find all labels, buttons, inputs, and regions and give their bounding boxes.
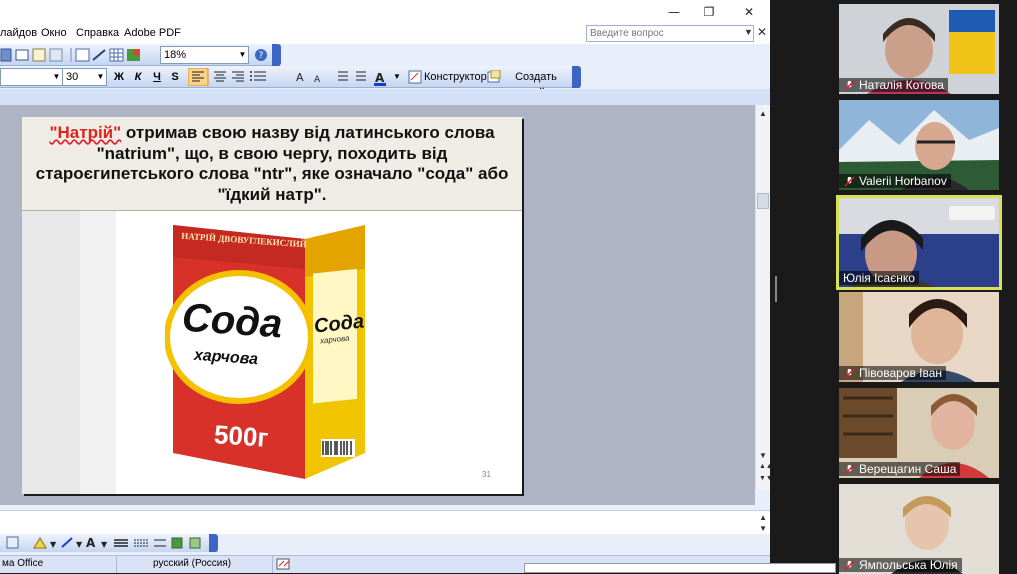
participant-gallery: Наталія Котова Valerii Horbanov Юлія Іса… — [836, 0, 1017, 574]
participant-tile[interactable]: Верещагин Саша — [839, 388, 999, 478]
package-weight: 500г — [213, 419, 270, 453]
slide-caption: "Натрій" отримав свою назву від латинськ… — [22, 117, 522, 211]
svg-text:?: ? — [259, 51, 264, 61]
ask-question-input[interactable]: Введите вопрос — [586, 25, 754, 42]
new-slide-button[interactable]: Создать слайд — [503, 69, 569, 99]
svg-text:A: A — [86, 536, 96, 550]
prev-slide-icon[interactable]: ▲▲ — [759, 463, 770, 470]
formatting-toolbar: ▼ 30 ▼ Ж К Ч S A A A ▼ Конструктор Созда… — [0, 66, 581, 99]
status-language: русский (Россия) — [153, 558, 232, 569]
font-size-dropdown-icon[interactable]: ▼ — [95, 68, 107, 86]
mic-muted-icon — [844, 176, 855, 187]
scroll-down-icon[interactable]: ▼ — [759, 451, 767, 460]
bold-button[interactable]: Ж — [112, 69, 126, 85]
mic-muted-icon — [844, 80, 855, 91]
scroll-up-icon[interactable]: ▲ — [759, 109, 767, 118]
scroll-thumb[interactable] — [757, 193, 769, 209]
participant-name: Наталія Котова — [839, 78, 948, 92]
next-slide-icon[interactable]: ▼▼ — [759, 475, 770, 482]
participant-name: Верещагин Саша — [839, 462, 961, 476]
participant-tile[interactable]: Півоваров Іван — [839, 292, 999, 382]
slide-left-bg — [22, 211, 80, 494]
help-icon[interactable]: ? — [254, 47, 268, 63]
participant-name: Юлія Ісаєнко — [839, 271, 919, 285]
designer-button[interactable]: Конструктор — [424, 69, 487, 85]
title-bar: — ❐ ✕ — [0, 0, 770, 24]
spelling-icon — [276, 558, 290, 570]
svg-text:▼: ▼ — [50, 540, 57, 549]
caption-name: "Натрій" — [49, 123, 122, 142]
mic-muted-icon — [844, 368, 855, 379]
participant-tile[interactable]: Наталія Котова — [839, 4, 999, 94]
zoom-dropdown-icon[interactable]: ▼ — [237, 46, 249, 64]
menu-adobe-pdf[interactable]: Adobe PDF — [124, 27, 181, 39]
svg-text:A: A — [296, 71, 304, 84]
close-document-icon[interactable]: ✕ — [757, 25, 767, 39]
mic-muted-icon — [844, 560, 855, 571]
toolbar-grip[interactable] — [572, 66, 581, 88]
notes-pane[interactable]: ▲ ▼ — [0, 510, 770, 534]
slide-left-bg2 — [80, 211, 116, 494]
slide-page-number: 31 — [482, 470, 491, 479]
menu-help[interactable]: Справка — [76, 27, 119, 39]
toolbar-grip[interactable] — [209, 534, 218, 552]
participant-name: Valerii Horbanov — [839, 174, 951, 188]
bottom-overlay — [524, 563, 836, 573]
font-color-dropdown-icon[interactable]: ▼ — [392, 69, 402, 85]
shadow-button[interactable]: S — [168, 69, 182, 85]
slide: "Натрій" отримав свою назву від латинськ… — [22, 117, 522, 494]
participant-tile[interactable]: Valerii Horbanov — [839, 100, 999, 190]
status-separator — [272, 556, 273, 573]
svg-text:▼: ▼ — [76, 540, 83, 549]
drawing-icons: ▼ ▼ A ▼ — [6, 536, 201, 550]
mic-muted-icon — [844, 464, 855, 475]
status-theme: ма Office — [2, 558, 44, 569]
notes-scroll-up-icon[interactable]: ▲ — [759, 513, 767, 522]
participant-name: Ямпольська Юлія — [839, 558, 962, 572]
font-size-select[interactable]: 30 — [62, 68, 96, 86]
vertical-scrollbar[interactable]: ▲ ▼ ▲▲ ▼▼ — [755, 105, 770, 490]
underline-button[interactable]: Ч — [150, 69, 164, 85]
participant-name: Півоваров Іван — [839, 366, 947, 380]
designer-icon — [408, 70, 422, 84]
new-slide-icon — [487, 70, 501, 83]
screen-resize-handle[interactable] — [775, 276, 777, 302]
paragraph-icons: A A A — [188, 68, 386, 86]
menu-slideshow[interactable]: лайдов — [0, 27, 37, 39]
svg-text:A: A — [375, 71, 385, 85]
font-name-select[interactable] — [0, 68, 52, 86]
barcode-icon — [321, 439, 355, 457]
italic-button[interactable]: К — [131, 69, 145, 85]
toolbar-icons — [0, 48, 140, 62]
svg-text:▼: ▼ — [101, 540, 108, 549]
ask-dropdown-icon[interactable]: ▼ — [744, 27, 753, 37]
participant-tile-active-speaker[interactable]: Юлія Ісаєнко — [836, 195, 1002, 290]
svg-text:A: A — [314, 75, 321, 85]
toolbar-grip[interactable] — [272, 44, 281, 66]
notes-scroll-down-icon[interactable]: ▼ — [759, 524, 767, 533]
shared-screen: — ❐ ✕ лайдов Окно Справка Adobe PDF Введ… — [0, 0, 770, 573]
pane-divider — [0, 89, 770, 105]
status-separator — [116, 556, 117, 573]
drawing-toolbar: ▼ ▼ A ▼ — [0, 534, 218, 552]
package-brand: Сода — [180, 295, 284, 347]
restore-icon[interactable]: ❐ — [699, 3, 719, 21]
zoom-select[interactable]: 18% — [160, 46, 238, 64]
participant-tile[interactable]: Ямпольська Юлія — [839, 484, 999, 574]
standard-toolbar: 18% ▼ ? — [0, 44, 281, 66]
minimize-icon[interactable]: — — [664, 3, 684, 21]
menu-window[interactable]: Окно — [41, 27, 67, 39]
close-icon[interactable]: ✕ — [739, 3, 759, 21]
